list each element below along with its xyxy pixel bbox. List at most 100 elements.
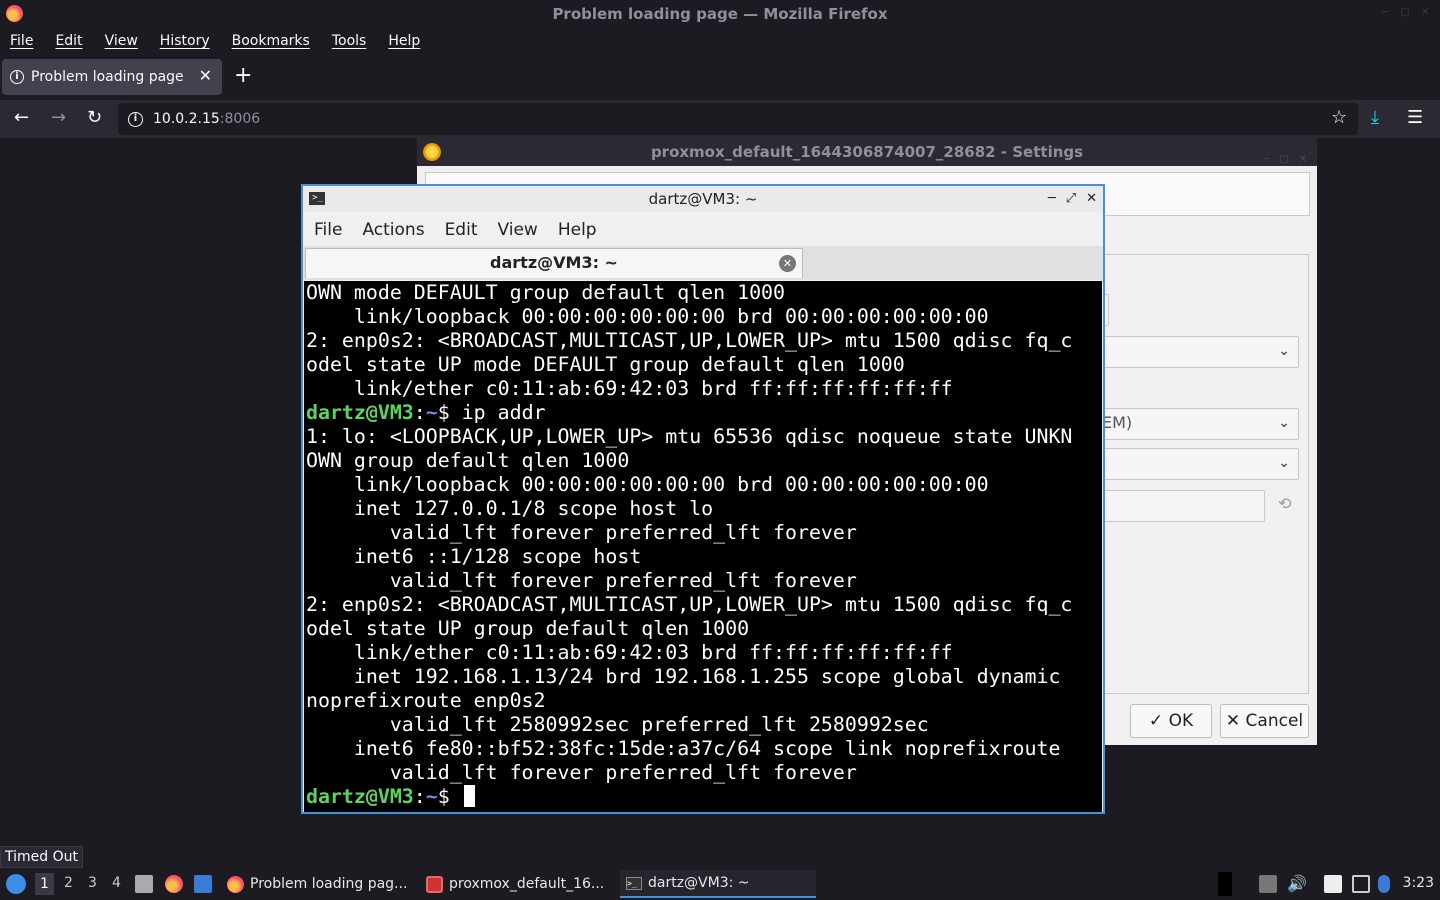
start-menu-icon[interactable] bbox=[6, 874, 26, 894]
terminal-menubar: File Actions Edit View Help bbox=[303, 214, 1103, 246]
firefox-window-title: Problem loading page — Mozilla Firefox bbox=[552, 5, 888, 23]
forward-arrow-icon[interactable]: → bbox=[51, 108, 66, 128]
terminal-title: dartz@VM3: ~ bbox=[648, 190, 758, 208]
terminal-output-line: noprefixroute enp0s2 bbox=[306, 689, 546, 712]
menu-file[interactable]: File bbox=[314, 220, 342, 240]
volume-icon[interactable]: 🔊 bbox=[1287, 875, 1307, 893]
tab-close-icon[interactable]: ✕ bbox=[779, 255, 796, 272]
terminal-icon: >_ bbox=[309, 192, 325, 205]
taskbar: 1 2 3 4 Problem loading pag... proxmox_d… bbox=[0, 868, 1440, 900]
virtualbox-icon bbox=[426, 875, 443, 893]
tab-title: Problem loading page bbox=[31, 69, 184, 85]
menu-edit[interactable]: Edit bbox=[55, 33, 82, 49]
terminal-icon: >_ bbox=[626, 876, 642, 890]
chevron-down-icon: ⌄ bbox=[1278, 343, 1290, 359]
terminal-window-controls: ─ ⤢ ✕ bbox=[1048, 186, 1097, 212]
task-proxmox-settings[interactable]: proxmox_default_16... bbox=[420, 870, 616, 898]
tray-spacer bbox=[1218, 872, 1232, 896]
menu-help[interactable]: Help bbox=[558, 220, 597, 240]
task-terminal-label: dartz@VM3: ~ bbox=[648, 875, 750, 891]
menu-view[interactable]: View bbox=[105, 33, 138, 49]
menu-file[interactable]: File bbox=[10, 33, 33, 49]
terminal-output-line: inet 192.168.1.13/24 brd 192.168.1.255 s… bbox=[306, 665, 1061, 688]
prompt-end: $ bbox=[437, 401, 462, 424]
settings-text-field[interactable] bbox=[1097, 490, 1265, 522]
minimize-icon[interactable]: ─ bbox=[1048, 186, 1056, 212]
firefox-logo-icon bbox=[6, 5, 23, 22]
file-manager-icon[interactable] bbox=[135, 875, 153, 893]
bookmark-star-icon[interactable]: ☆ bbox=[1331, 108, 1347, 128]
hamburger-menu-icon[interactable]: ☰ bbox=[1407, 108, 1423, 128]
new-tab-button[interactable]: + bbox=[234, 64, 252, 88]
virtualbox-icon bbox=[423, 143, 441, 161]
terminal-window: >_ dartz@VM3: ~ ─ ⤢ ✕ File Actions Edit … bbox=[301, 184, 1105, 814]
tab-problem-loading[interactable]: i Problem loading page ✕ bbox=[2, 59, 222, 95]
settings-dropdown-2-value: EM) bbox=[1102, 413, 1133, 432]
settings-window-controls: ─ □ ✕ bbox=[1263, 146, 1307, 174]
command-text: ip addr bbox=[461, 401, 546, 424]
downloads-icon[interactable]: ⤓ bbox=[1371, 108, 1379, 128]
task-firefox[interactable]: Problem loading pag... bbox=[221, 870, 417, 898]
menu-tools[interactable]: Tools bbox=[332, 33, 367, 49]
firefox-menubar: File Edit View History Bookmarks Tools H… bbox=[0, 28, 1440, 54]
close-icon[interactable]: ✕ bbox=[1420, 8, 1430, 18]
site-info-icon[interactable]: i bbox=[128, 111, 143, 127]
prompt-separator: : bbox=[413, 401, 426, 424]
workspace-3[interactable]: 3 bbox=[88, 875, 97, 891]
close-icon[interactable]: ✕ bbox=[1299, 146, 1307, 174]
cancel-label: Cancel bbox=[1245, 711, 1304, 731]
menu-view[interactable]: View bbox=[497, 220, 537, 240]
clipboard-icon[interactable] bbox=[1324, 875, 1342, 893]
chevron-down-icon: ⌄ bbox=[1278, 415, 1290, 431]
prompt-user: dartz@VM3 bbox=[306, 401, 414, 424]
desktop-icon[interactable] bbox=[194, 875, 212, 893]
firefox-launcher-icon[interactable] bbox=[165, 875, 183, 893]
workspace-2[interactable]: 2 bbox=[64, 875, 73, 891]
maximize-icon[interactable]: □ bbox=[1400, 8, 1410, 18]
menu-actions[interactable]: Actions bbox=[362, 220, 424, 240]
menu-history[interactable]: History bbox=[160, 33, 210, 49]
workspace-1[interactable]: 1 bbox=[35, 873, 54, 895]
refresh-icon[interactable]: ⟲ bbox=[1278, 494, 1291, 513]
minimize-icon[interactable]: ─ bbox=[1263, 146, 1269, 174]
prompt-separator: : bbox=[413, 785, 426, 808]
menu-edit[interactable]: Edit bbox=[445, 220, 478, 240]
terminal-tab[interactable]: dartz@VM3: ~ ✕ bbox=[305, 248, 803, 278]
close-icon[interactable]: ✕ bbox=[1086, 186, 1097, 212]
notification-icon[interactable] bbox=[1378, 875, 1390, 893]
cancel-x-icon: ✕ bbox=[1225, 711, 1246, 731]
firefox-tabbar: i Problem loading page ✕ + bbox=[0, 54, 1440, 100]
settings-dropdown-3[interactable]: ⌄ bbox=[1097, 448, 1299, 480]
terminal-output[interactable]: OWN mode DEFAULT group default qlen 1000… bbox=[304, 281, 1102, 812]
minimize-icon[interactable]: ─ bbox=[1380, 8, 1390, 18]
chevron-down-icon: ⌄ bbox=[1278, 455, 1290, 471]
terminal-prompt-line: dartz@VM3:~$ bbox=[306, 785, 1102, 809]
terminal-tab-title: dartz@VM3: ~ bbox=[490, 253, 618, 272]
network-icon[interactable] bbox=[1352, 875, 1370, 893]
prompt-path: ~ bbox=[425, 785, 438, 808]
url-bar[interactable]: i 10.0.2.15:8006 bbox=[118, 103, 1358, 135]
terminal-output-line: inet 127.0.0.1/8 scope host lo bbox=[306, 497, 714, 520]
clock[interactable]: 3:23 bbox=[1403, 875, 1434, 891]
tab-close-icon[interactable]: ✕ bbox=[199, 68, 212, 84]
cancel-button[interactable]: ✕ Cancel bbox=[1220, 704, 1309, 738]
ok-button[interactable]: ✓ OK bbox=[1130, 704, 1212, 738]
workspace-4[interactable]: 4 bbox=[112, 875, 121, 891]
menu-help[interactable]: Help bbox=[388, 33, 420, 49]
settings-titlebar: proxmox_default_1644306874007_28682 - Se… bbox=[417, 138, 1317, 166]
prompt-path: ~ bbox=[425, 401, 438, 424]
back-arrow-icon[interactable]: ← bbox=[14, 108, 29, 128]
task-terminal[interactable]: >_ dartz@VM3: ~ bbox=[620, 870, 816, 898]
reload-icon[interactable]: ↻ bbox=[87, 108, 102, 128]
terminal-output-line: odel state UP group default qlen 1000 bbox=[306, 617, 750, 640]
restore-icon[interactable]: ⤢ bbox=[1066, 186, 1076, 212]
menu-bookmarks[interactable]: Bookmarks bbox=[232, 33, 310, 49]
eject-icon[interactable] bbox=[1259, 875, 1277, 893]
info-icon: i bbox=[10, 70, 24, 84]
maximize-icon[interactable]: □ bbox=[1279, 146, 1288, 174]
settings-dropdown-2[interactable]: EM) ⌄ bbox=[1097, 408, 1299, 440]
terminal-prompt-line: dartz@VM3:~$ ip addr bbox=[306, 401, 1102, 425]
url-port: :8006 bbox=[219, 111, 261, 127]
settings-dropdown-1[interactable]: ⌄ bbox=[1097, 336, 1299, 368]
check-icon: ✓ bbox=[1148, 711, 1169, 731]
